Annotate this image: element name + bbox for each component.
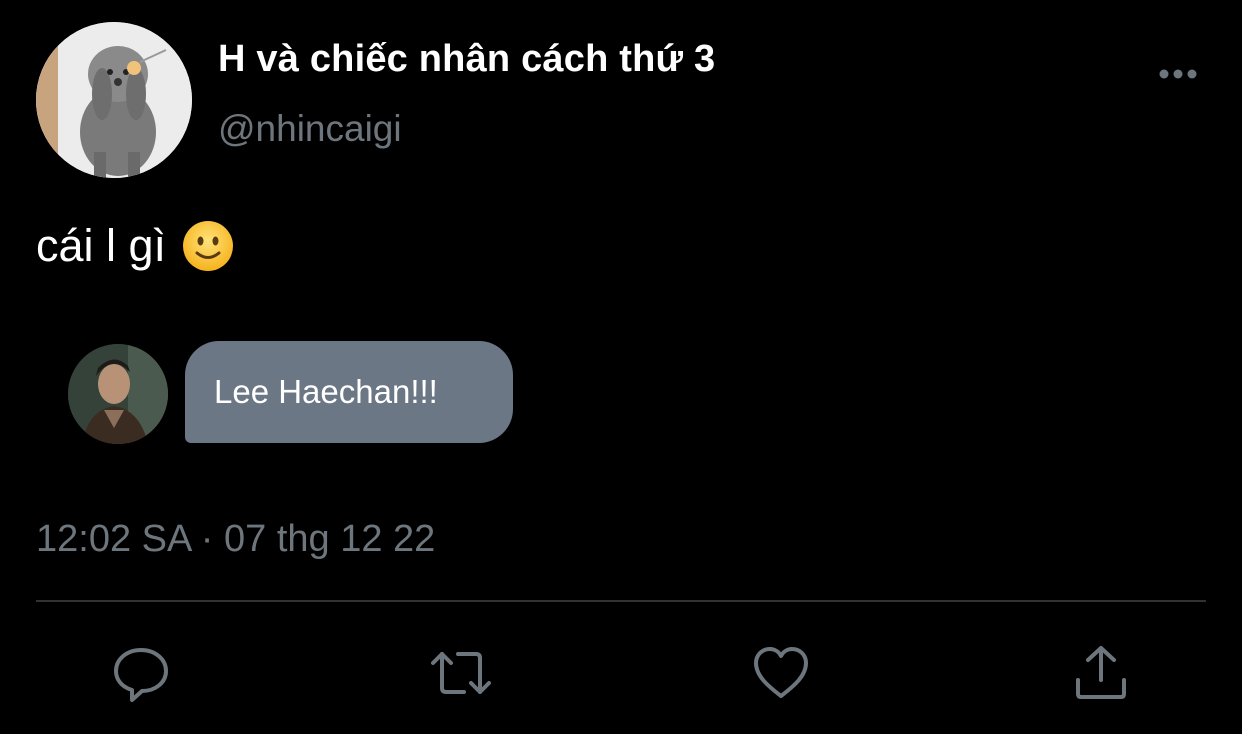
retweet-icon: [431, 652, 491, 694]
share-upload-icon: [1076, 646, 1126, 699]
display-name[interactable]: H và chiếc nhân cách thứ 3: [218, 38, 715, 81]
divider: [36, 600, 1206, 602]
more-options-button[interactable]: [1150, 56, 1206, 92]
message-bubble: Lee Haechan!!!: [185, 341, 513, 443]
more-horizontal-icon: [1159, 69, 1197, 79]
heart-icon: [754, 647, 808, 698]
profile-avatar[interactable]: [36, 22, 192, 178]
sender-avatar: [68, 344, 168, 444]
slightly-smiling-face-emoji-icon: [182, 220, 234, 272]
user-handle[interactable]: @nhincaigi: [218, 108, 402, 150]
tweet-timestamp[interactable]: 12:02 SA · 07 thg 12 22: [36, 518, 435, 561]
like-button[interactable]: [748, 640, 814, 706]
retweet-button[interactable]: [428, 640, 494, 706]
tweet-text-content: cái l gì: [36, 220, 167, 271]
comment-icon: [114, 648, 168, 702]
tweet-text: cái l gì: [36, 220, 234, 272]
dog-avatar-image: [36, 22, 192, 178]
person-avatar-image: [68, 344, 168, 444]
message-text: Lee Haechan!!!: [214, 373, 438, 410]
share-button[interactable]: [1068, 640, 1134, 706]
reply-button[interactable]: [108, 640, 174, 706]
